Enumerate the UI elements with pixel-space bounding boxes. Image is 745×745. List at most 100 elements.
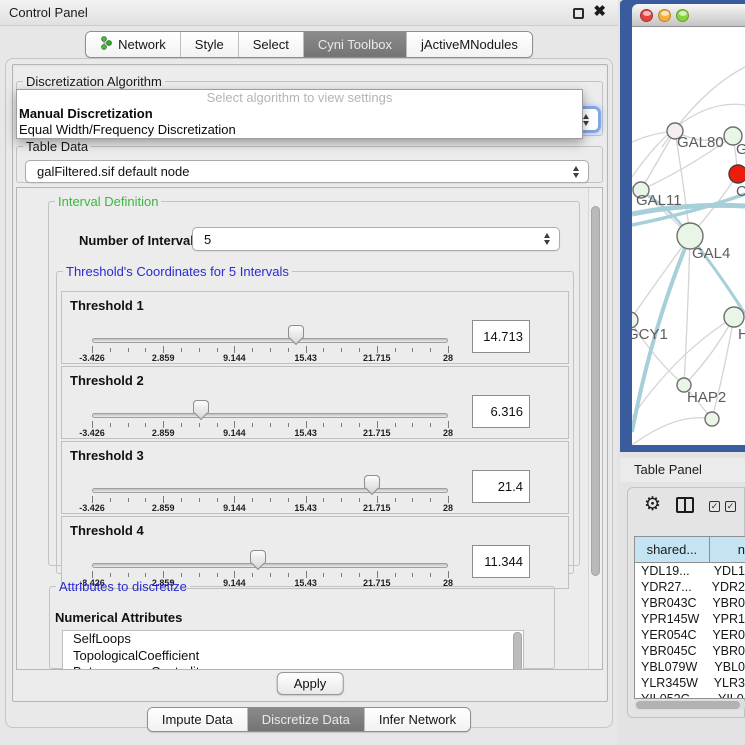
slider-track[interactable] [92, 413, 448, 418]
scrollbar-thumb[interactable] [591, 206, 600, 576]
slider-thumb-icon[interactable] [193, 400, 209, 413]
cell-shared-name[interactable]: YBR043C [635, 595, 706, 611]
tab-label: Cyni Toolbox [318, 37, 392, 52]
scrollbar-thumb[interactable] [636, 701, 740, 709]
threshold-value-field[interactable]: 6.316 [472, 395, 530, 428]
threshold-row: Threshold 3 21.4 -3.4262.8599.14415.4321… [61, 441, 569, 514]
tick-mark [181, 573, 182, 577]
tab-infer-network[interactable]: Infer Network [365, 708, 470, 731]
column-header-shared-name[interactable]: shared... [635, 537, 710, 562]
horizontal-scrollbar[interactable] [634, 700, 745, 710]
zoom-traffic-light-icon[interactable] [676, 9, 689, 22]
network-node[interactable] [705, 412, 719, 426]
close-traffic-light-icon[interactable] [640, 9, 653, 22]
threshold-label: Threshold 1 [70, 298, 144, 313]
threshold-value-field[interactable]: 21.4 [472, 470, 530, 503]
vertical-scrollbar[interactable] [588, 188, 602, 669]
tab-jactivemnodules[interactable]: jActiveMNodules [407, 32, 532, 57]
network-node-h[interactable] [724, 307, 744, 327]
table-data-group: Table Data galFiltered.sif default node [16, 139, 603, 183]
table-row[interactable]: YBL079WYBL0 [635, 659, 745, 675]
tab-discretize-data[interactable]: Discretize Data [248, 708, 365, 731]
threshold-row: Threshold 1 14.713 -3.4262.8599.14415.43… [61, 291, 569, 364]
list-scrollbar[interactable] [513, 632, 522, 670]
column-header-name[interactable]: n [710, 537, 745, 562]
slider-track[interactable] [92, 563, 448, 568]
table-row[interactable]: YDR27...YDR2 [635, 579, 745, 595]
dropdown-option-manual-discretization[interactable]: Manual Discretization [17, 106, 582, 122]
cell-shared-name[interactable]: YIL052C [635, 691, 712, 699]
network-edge[interactable] [632, 236, 690, 320]
tab-select[interactable]: Select [239, 32, 304, 57]
tick-mark [306, 421, 307, 428]
tick-mark [163, 496, 164, 503]
cell-name[interactable]: YDL1 [708, 563, 745, 579]
cell-name[interactable]: YER0 [706, 627, 745, 643]
list-item-selfloops[interactable]: SelfLoops [63, 631, 523, 648]
tick-mark [448, 346, 449, 353]
slider-track[interactable] [92, 488, 448, 493]
network-edge[interactable] [632, 418, 712, 445]
list-item-topologicalcoefficient[interactable]: TopologicalCoefficient [63, 648, 523, 665]
table-data-title: Table Data [23, 139, 91, 154]
column-layout-icon[interactable] [676, 497, 694, 513]
number-of-intervals-select[interactable]: 5 [192, 227, 560, 251]
tick-mark [217, 498, 218, 502]
table-data-select[interactable]: galFiltered.sif default node [25, 160, 589, 183]
cell-shared-name[interactable]: YDL19... [635, 563, 708, 579]
slider-thumb-icon[interactable] [364, 475, 380, 488]
cell-name[interactable]: YBL0 [708, 659, 745, 675]
minimize-traffic-light-icon[interactable] [658, 9, 671, 22]
tab-style[interactable]: Style [181, 32, 239, 57]
cell-name[interactable]: YPR1 [706, 611, 745, 627]
checkbox-icon[interactable]: ✓ [725, 501, 736, 512]
tick-mark [288, 573, 289, 577]
tab-cyni-toolbox[interactable]: Cyni Toolbox [304, 32, 407, 57]
tick-mark [128, 498, 129, 502]
list-item-betweennesscentrality[interactable]: BetweennessCentrality [63, 664, 523, 670]
apply-button[interactable]: Apply [277, 672, 344, 695]
network-edge[interactable] [684, 317, 734, 385]
table-row[interactable]: YER054CYER0 [635, 627, 745, 643]
table-row[interactable]: YBR045CYBR0 [635, 643, 745, 659]
cell-name[interactable]: YDR2 [706, 579, 745, 595]
cell-name[interactable]: YBR0 [706, 595, 745, 611]
numerical-attributes-list[interactable]: SelfLoopsTopologicalCoefficientBetweenne… [62, 630, 524, 670]
dropdown-option-equal-width-frequency[interactable]: Equal Width/Frequency Discretization [17, 122, 582, 138]
tick-mark [377, 496, 378, 503]
cell-shared-name[interactable]: YBL079W [635, 659, 708, 675]
tab-network[interactable]: Network [86, 32, 181, 57]
cell-shared-name[interactable]: YER054C [635, 627, 706, 643]
table-row[interactable]: YIL052CYIL0 [635, 691, 745, 699]
cell-shared-name[interactable]: YLR345W [635, 675, 708, 691]
table-row[interactable]: YPR145WYPR1 [635, 611, 745, 627]
tab-impute-data[interactable]: Impute Data [148, 708, 248, 731]
checkbox-icon[interactable]: ✓ [709, 501, 720, 512]
tick-mark [199, 498, 200, 502]
threshold-value-field[interactable]: 14.713 [472, 320, 530, 353]
table-row[interactable]: YBR043CYBR0 [635, 595, 745, 611]
network-edge[interactable] [684, 236, 690, 385]
slider-thumb-icon[interactable] [250, 550, 266, 563]
network-node-c[interactable] [729, 165, 745, 183]
cell-name[interactable]: YLR3 [708, 675, 745, 691]
float-window-icon[interactable] [573, 8, 584, 19]
cell-shared-name[interactable]: YDR27... [635, 579, 706, 595]
tick-label: 9.144 [223, 428, 246, 438]
cell-shared-name[interactable]: YPR145W [635, 611, 706, 627]
slider-thumb-icon[interactable] [288, 325, 304, 338]
tick-label: 15.43 [294, 428, 317, 438]
threshold-value-field[interactable]: 11.344 [472, 545, 530, 578]
network-canvas[interactable]: GAL80GCGAL11GAL4GCY1HHAP2 [632, 27, 745, 445]
number-of-intervals-label: Number of Intervals [79, 233, 201, 248]
gear-icon[interactable]: ⚙ [644, 495, 661, 514]
slider-track[interactable] [92, 338, 448, 343]
table-row[interactable]: YLR345WYLR3 [635, 675, 745, 691]
table-row[interactable]: YDL19...YDL1 [635, 563, 745, 579]
cell-name[interactable]: YIL0 [712, 691, 745, 699]
tick-mark [181, 498, 182, 502]
node-label: HAP2 [687, 389, 726, 406]
close-icon[interactable]: ✖ [593, 2, 606, 20]
cell-shared-name[interactable]: YBR045C [635, 643, 706, 659]
cell-name[interactable]: YBR0 [706, 643, 745, 659]
